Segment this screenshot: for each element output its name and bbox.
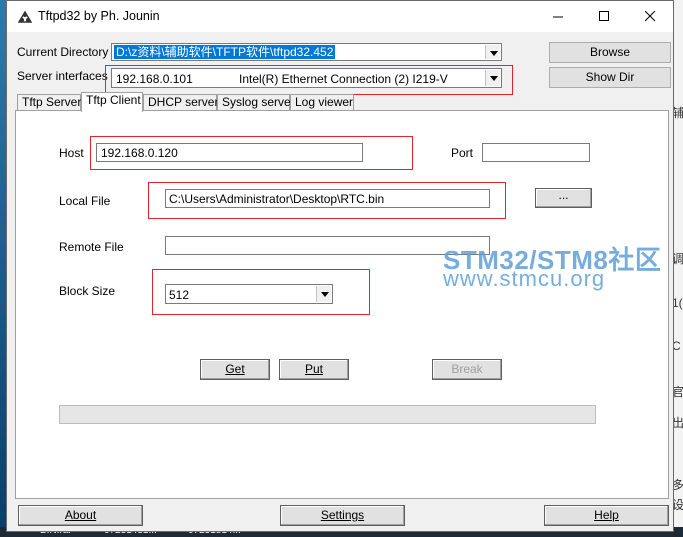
- local-file-browse-button[interactable]: ...: [535, 188, 592, 208]
- highlight-box-local-file: [148, 182, 506, 219]
- server-interfaces-label: Server interfaces: [17, 69, 108, 83]
- remote-file-input[interactable]: [165, 236, 490, 255]
- title-bar[interactable]: Tftpd32 by Ph. Jounin: [7, 1, 673, 32]
- tab-log-viewer[interactable]: Log viewer: [290, 94, 354, 110]
- help-button-label: Help: [594, 508, 619, 522]
- about-button[interactable]: About: [18, 505, 143, 526]
- close-icon: [645, 11, 656, 22]
- get-button[interactable]: Get: [200, 359, 270, 380]
- remote-file-label: Remote File: [59, 240, 124, 254]
- highlight-box-block-size: [152, 269, 370, 315]
- chevron-down-icon[interactable]: [485, 45, 500, 59]
- transfer-progress-bar: [59, 405, 596, 424]
- settings-button[interactable]: Settings: [280, 505, 405, 526]
- port-label: Port: [451, 146, 474, 160]
- current-directory-combo[interactable]: D:\z资料\辅助软件\TFTP软件\tftpd32.452: [111, 43, 502, 61]
- help-button[interactable]: Help: [544, 505, 669, 526]
- minimize-icon: [553, 16, 563, 18]
- put-button-label: Put: [304, 362, 323, 376]
- about-button-label: About: [64, 508, 97, 522]
- tab-syslog-server[interactable]: Syslog server: [217, 94, 295, 110]
- get-button-label: Get: [225, 362, 245, 376]
- watermark-url: www.stmcu.org: [443, 266, 606, 291]
- current-directory-label: Current Directory: [17, 45, 109, 59]
- tftpd-app-icon: [17, 10, 33, 23]
- local-file-label: Local File: [59, 194, 111, 208]
- close-button[interactable]: [628, 3, 674, 31]
- tftp-client-panel: Host 192.168.0.120 Port Local File C:\Us…: [15, 110, 669, 499]
- maximize-button[interactable]: [582, 3, 628, 31]
- break-button[interactable]: Break: [432, 359, 502, 380]
- tab-dhcp-server[interactable]: DHCP server: [143, 94, 218, 110]
- current-directory-value: D:\z资料\辅助软件\TFTP软件\tftpd32.452: [114, 45, 336, 59]
- show-dir-button[interactable]: Show Dir: [549, 67, 671, 88]
- browse-button[interactable]: Browse: [549, 42, 671, 63]
- window-title: Tftpd32 by Ph. Jounin: [38, 9, 160, 23]
- tab-tftp-server[interactable]: Tftp Server: [17, 94, 81, 110]
- highlight-box-interfaces: [105, 65, 513, 95]
- port-input[interactable]: [482, 143, 590, 162]
- settings-button-label: Settings: [320, 508, 365, 522]
- minimize-button[interactable]: [536, 3, 582, 31]
- highlight-box-host: [90, 136, 413, 170]
- tab-tftp-client[interactable]: Tftp Client: [81, 92, 143, 112]
- maximize-icon: [599, 11, 609, 21]
- put-button[interactable]: Put: [279, 359, 349, 380]
- block-size-label: Block Size: [59, 284, 116, 298]
- host-label: Host: [59, 146, 84, 160]
